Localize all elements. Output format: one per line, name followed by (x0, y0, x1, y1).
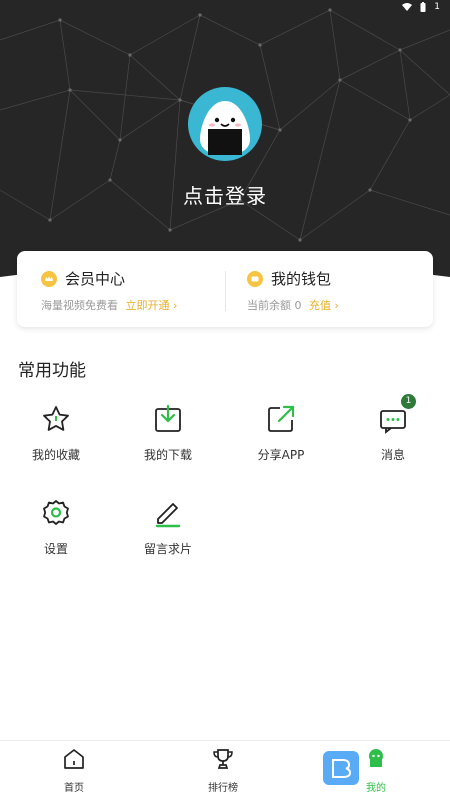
battery-icon (420, 2, 426, 12)
downloads-label: 我的下载 (143, 448, 192, 462)
nav-ranking[interactable]: 排行榜 (163, 747, 283, 794)
wallet-title: 我的钱包 (271, 270, 332, 288)
wallet[interactable]: 我的钱包 当前余额 0 充值 › (225, 251, 433, 327)
message-icon: 1 (378, 394, 416, 434)
favorites-label: 我的收藏 (31, 448, 80, 462)
section-title: 常用功能 (18, 361, 86, 381)
home-icon (62, 747, 86, 771)
settings-label: 设置 (43, 542, 68, 556)
wifi-icon (402, 3, 413, 11)
rice-ball-mascot-icon (200, 101, 250, 155)
share-app-item[interactable]: 分享APP (225, 404, 337, 463)
recharge-link[interactable]: 充值 › (309, 299, 339, 312)
time-text: 1 (434, 2, 440, 12)
nav-home-label: 首页 (64, 783, 84, 794)
download-icon (153, 404, 183, 434)
vip-title: 会员中心 (65, 270, 126, 288)
profile-header: 1 点击登录 (0, 0, 450, 285)
settings-item[interactable]: 设置 (0, 498, 112, 557)
wallet-balance: 当前余额 0 (247, 299, 302, 312)
account-card: 会员中心 海量视频免费看 立即开通 › 我的钱包 当前余额 0 充值 › (17, 251, 433, 327)
edit-icon (153, 498, 183, 528)
request-movie-item[interactable]: 留言求片 (112, 498, 224, 557)
watermark-logo-icon (323, 751, 359, 785)
gear-icon (41, 498, 71, 528)
star-icon (41, 404, 71, 434)
favorites-item[interactable]: 我的收藏 (0, 404, 112, 463)
profile-icon (364, 747, 388, 771)
nav-home[interactable]: 首页 (14, 747, 134, 794)
share-app-label: 分享APP (257, 448, 305, 462)
vip-open-link[interactable]: 立即开通 › (126, 299, 178, 312)
nav-ranking-label: 排行榜 (208, 783, 238, 794)
vip-subtitle: 海量视频免费看 (41, 299, 118, 312)
vip-center[interactable]: 会员中心 海量视频免费看 立即开通 › (17, 251, 225, 327)
messages-item[interactable]: 1 消息 (337, 394, 449, 463)
crown-coin-icon (41, 270, 57, 287)
request-movie-label: 留言求片 (143, 542, 192, 556)
trophy-icon (211, 747, 235, 771)
avatar[interactable] (188, 87, 262, 161)
downloads-item[interactable]: 我的下载 (112, 404, 224, 463)
message-badge: 1 (401, 394, 416, 409)
login-link[interactable]: 点击登录 (0, 180, 450, 209)
bottom-nav: 首页 排行榜 我的 (0, 740, 450, 801)
messages-label: 消息 (380, 448, 405, 462)
wallet-coin-icon (247, 270, 263, 287)
status-bar: 1 (402, 0, 440, 14)
share-icon (266, 404, 296, 434)
